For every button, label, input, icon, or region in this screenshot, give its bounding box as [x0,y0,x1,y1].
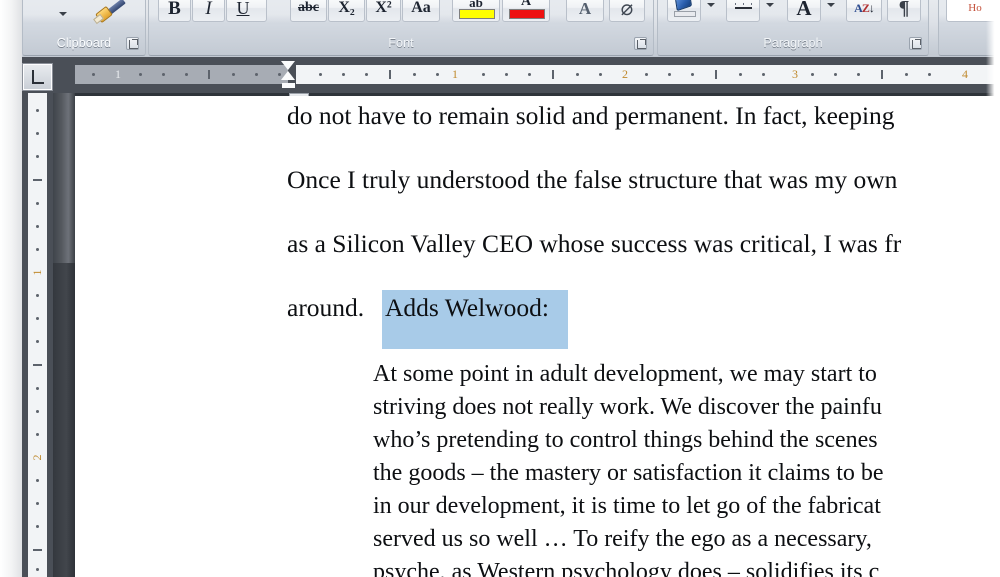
subscript-icon: X₂ [338,0,355,16]
clear-formatting-button[interactable]: ⌀ [609,0,645,22]
blockquote-line-1[interactable]: At some point in adult development, we m… [373,358,877,391]
ruler-number: 1 [115,67,121,81]
ruler-page-zone[interactable]: 1 2 3 4 [296,65,1000,84]
borders-button[interactable] [726,0,760,22]
shading-dropdown-button[interactable] [701,0,720,22]
chevron-down-icon [766,3,774,7]
text-effects-icon: A [578,0,592,18]
clipboard-dropdown-button[interactable] [50,2,74,24]
sort-button[interactable]: A Z ↓ [846,0,882,22]
ruler-left-margin-zone[interactable]: 1 [75,65,288,84]
blockquote-line-4[interactable]: the goods – the mastery or satisfaction … [373,457,884,490]
blockquote-line-6[interactable]: served us so well … To reify the ego as … [373,523,872,556]
chevron-down-icon [827,3,835,7]
style-gallery-item[interactable]: Ho [946,0,1000,22]
paragraph-3[interactable]: as a Silicon Valley CEO whose success wa… [287,231,901,257]
bold-icon: B [168,0,181,19]
ribbon-group-label-paragraph: Paragraph [763,36,823,50]
change-case-icon: Aa [411,0,431,16]
chevron-down-icon [707,3,715,7]
blockquote-line-3[interactable]: who’s pretending to control things behin… [373,424,878,457]
ribbon: Clipboard Font B I U abc X₂ X² Aa ab A A… [0,0,1000,57]
change-case-button[interactable]: Aa [402,0,440,22]
clear-formatting-icon: ⌀ [620,0,634,20]
pilcrow-icon: ¶ [898,0,910,19]
vertical-ruler-track[interactable]: 1 2 [28,93,47,577]
blockquote-line-5[interactable]: in our development, it is time to let go… [373,490,881,523]
text-effects-button[interactable]: A [566,0,604,22]
horizontal-ruler[interactable]: 1 1 2 3 4 [0,57,1000,93]
text-highlight-color-button[interactable]: ab [452,0,500,22]
font-color-swatch [509,9,545,19]
strikethrough-icon: abc [298,0,319,15]
selected-text[interactable]: Adds Welwood: [385,295,549,321]
vertical-ruler-number: 2 [30,454,44,461]
vertical-ruler-number: 1 [30,269,44,276]
italic-icon: I [205,0,212,19]
clipboard-dialog-launcher[interactable] [126,37,139,50]
show-formatting-marks-button[interactable]: ¶ [887,0,921,22]
blockquote-line-2[interactable]: striving does not really work. We discov… [373,391,882,424]
line-spacing-button[interactable]: A [787,0,821,22]
tab-stop-selector[interactable] [22,63,53,91]
font-dialog-launcher[interactable] [634,37,647,50]
ruler-number: 1 [452,67,458,81]
page-left-shadow-lower [53,263,75,577]
ruler-number: 3 [792,67,798,81]
ribbon-group-label-styles [939,35,1000,52]
ribbon-group-clipboard: Clipboard [22,0,146,56]
ruler-number: 4 [962,67,968,81]
paragraph-4-prefix[interactable]: around. [287,295,364,321]
highlight-color-swatch [459,9,495,19]
document-canvas[interactable]: do not have to remain solid and permanen… [53,93,1000,577]
shading-button[interactable] [667,0,701,22]
line-spacing-icon: A [796,0,812,20]
blockquote-line-7[interactable]: psyche, as Western psychology does – sol… [373,556,879,577]
line-spacing-dropdown-button[interactable] [821,0,840,22]
italic-button[interactable]: I [192,0,225,22]
chevron-down-icon [59,12,67,16]
ruler-number: 2 [622,67,628,81]
left-tab-icon [32,70,44,84]
borders-icon [735,0,752,10]
superscript-button[interactable]: X² [366,0,401,22]
ribbon-group-label-font: Font [388,36,414,50]
format-painter-button[interactable] [92,0,126,26]
window-left-edge [0,0,22,577]
superscript-icon: X² [375,0,392,16]
font-color-button[interactable]: A [502,0,550,22]
paragraph-1[interactable]: do not have to remain solid and permanen… [287,103,895,129]
strikethrough-button[interactable]: abc [290,0,327,22]
underline-button[interactable]: U [226,0,267,22]
document-page[interactable]: do not have to remain solid and permanen… [75,96,1000,577]
paragraph-dialog-launcher[interactable] [909,37,922,50]
vertical-ruler[interactable]: 1 2 [22,93,53,577]
borders-dropdown-button[interactable] [760,0,779,22]
sort-icon: A Z ↓ [854,1,875,15]
subscript-button[interactable]: X₂ [328,0,365,22]
paragraph-2[interactable]: Once I truly understood the false struct… [287,167,897,193]
shading-icon [674,0,693,12]
underline-icon: U [236,0,250,18]
bold-button[interactable]: B [158,0,191,22]
